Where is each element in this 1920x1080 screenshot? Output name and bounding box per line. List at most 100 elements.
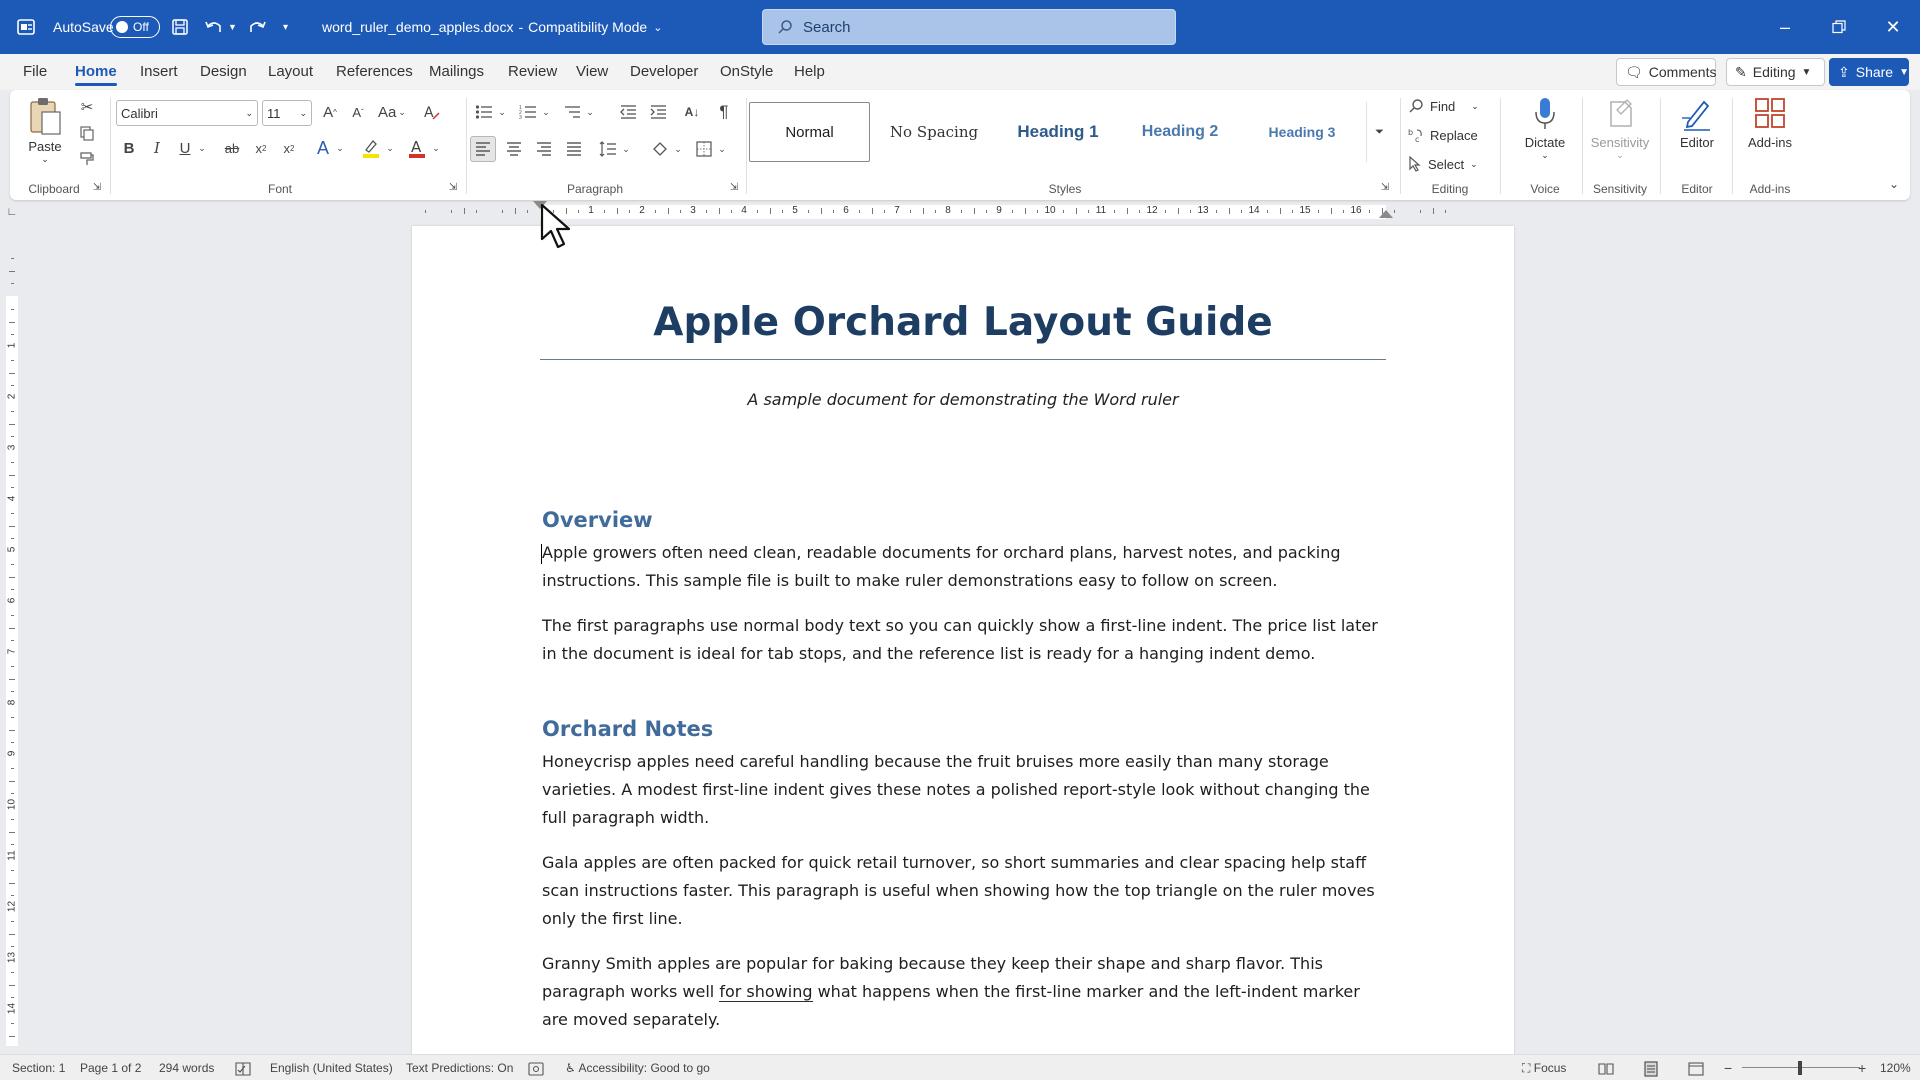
web-layout-icon[interactable] xyxy=(1688,1055,1704,1080)
paragraph[interactable]: Gala apples are often packed for quick r… xyxy=(542,849,1390,933)
style-heading-3[interactable]: Heading 3 xyxy=(1242,102,1362,162)
document-title[interactable]: word_ruler_demo_apples.docx - Compatibil… xyxy=(322,0,662,54)
style-heading-2[interactable]: Heading 2 xyxy=(1120,102,1240,162)
redo-icon[interactable] xyxy=(247,0,267,54)
style-no-spacing[interactable]: No Spacing xyxy=(874,102,994,162)
dialog-launcher-icon[interactable]: ⇲ xyxy=(90,180,104,194)
tab-mailings[interactable]: Mailings xyxy=(429,54,484,90)
share-button[interactable]: ⇪ Share ▼ xyxy=(1829,58,1909,86)
paragraph[interactable]: The first paragraphs use normal body tex… xyxy=(542,612,1390,668)
subscript-icon[interactable]: x2 xyxy=(250,136,272,160)
right-indent-marker[interactable] xyxy=(1379,210,1393,218)
document-title-heading[interactable]: Apple Orchard Layout Guide xyxy=(412,300,1514,345)
text-effects-icon[interactable]: A xyxy=(312,136,334,160)
document-subtitle[interactable]: A sample document for demonstrating the … xyxy=(412,390,1514,409)
paragraph[interactable]: Granny Smith apples are popular for baki… xyxy=(542,950,1390,1034)
dictate-button[interactable]: Dictate ⌄ xyxy=(1510,96,1580,161)
status-section[interactable]: Section: 1 xyxy=(12,1055,65,1080)
document-page[interactable]: Apple Orchard Layout Guide A sample docu… xyxy=(412,226,1514,1054)
undo-dropdown-icon[interactable]: ▼ xyxy=(228,0,237,54)
zoom-slider[interactable] xyxy=(1742,1055,1860,1080)
editing-mode-button[interactable]: ✎ Editing ▼ xyxy=(1726,58,1825,86)
bullets-icon[interactable] xyxy=(472,100,496,124)
highlight-icon[interactable] xyxy=(360,136,382,160)
tab-file[interactable]: File xyxy=(23,54,47,90)
align-left-icon[interactable] xyxy=(470,136,496,162)
dialog-launcher-icon[interactable]: ⇲ xyxy=(727,180,741,194)
styles-gallery-more-icon[interactable]: ⏷ xyxy=(1366,102,1392,162)
vertical-ruler[interactable]: 1 2 3 4 5 6 7 8 9 10 11 12 13 14 xyxy=(4,226,20,1046)
tab-design[interactable]: Design xyxy=(200,54,247,90)
bold-icon[interactable]: B xyxy=(118,136,140,160)
cut-icon[interactable]: ✂ xyxy=(76,96,98,118)
autosave-toggle[interactable]: Off xyxy=(110,0,160,54)
chevron-down-icon[interactable]: ⌄ xyxy=(496,100,508,124)
tab-help[interactable]: Help xyxy=(794,54,825,90)
align-right-icon[interactable] xyxy=(532,136,556,162)
strikethrough-icon[interactable]: ab xyxy=(220,136,244,160)
print-layout-icon[interactable] xyxy=(1644,1055,1658,1080)
justify-icon[interactable] xyxy=(562,136,586,162)
chevron-down-icon[interactable]: ⌄ xyxy=(334,136,346,160)
zoom-thumb[interactable] xyxy=(1798,1061,1802,1075)
status-language[interactable]: English (United States) xyxy=(270,1055,393,1080)
tab-home[interactable]: Home xyxy=(75,54,117,90)
tab-references[interactable]: References xyxy=(336,54,413,90)
search-box[interactable]: Search xyxy=(762,9,1176,45)
horizontal-ruler[interactable]: 1 2 3 4 5 6 7 8 9 10 11 12 13 14 15 16 xyxy=(412,201,1514,220)
comments-button[interactable]: 🗨 Comments xyxy=(1616,58,1716,86)
clear-formatting-icon[interactable]: A xyxy=(420,100,444,124)
status-text-predictions[interactable]: Text Predictions: On xyxy=(406,1055,513,1080)
zoom-in-icon[interactable]: + xyxy=(1858,1055,1866,1080)
paragraph[interactable]: Apple growers often need clean, readable… xyxy=(542,539,1390,595)
read-mode-icon[interactable] xyxy=(1598,1055,1614,1080)
restore-icon[interactable] xyxy=(1812,0,1866,54)
line-spacing-icon[interactable] xyxy=(596,136,620,162)
multilevel-list-icon[interactable] xyxy=(560,100,584,124)
font-size-combo[interactable]: 11 ⌄ xyxy=(262,100,312,126)
chevron-down-icon[interactable]: ⌄ xyxy=(672,136,684,162)
style-normal[interactable]: Normal xyxy=(749,102,870,162)
select-button[interactable]: Select ⌄ xyxy=(1408,152,1496,176)
chevron-down-icon[interactable]: ⌄ xyxy=(540,100,552,124)
change-case-button[interactable]: Aa ⌄ xyxy=(374,100,410,124)
underline-icon[interactable]: U xyxy=(174,136,196,160)
tab-developer[interactable]: Developer xyxy=(630,54,698,90)
borders-icon[interactable] xyxy=(692,136,716,162)
tab-layout[interactable]: Layout xyxy=(268,54,313,90)
paste-button[interactable]: Paste ⌄ xyxy=(20,96,70,165)
find-button[interactable]: Find ⌄ xyxy=(1408,94,1496,118)
chevron-down-icon[interactable]: ⌄ xyxy=(620,136,632,162)
shrink-font-icon[interactable]: Aˇ xyxy=(346,100,370,124)
increase-indent-icon[interactable] xyxy=(646,100,670,124)
numbering-icon[interactable]: 123 xyxy=(516,100,540,124)
dialog-launcher-icon[interactable]: ⇲ xyxy=(446,180,460,194)
add-ins-button[interactable]: Add-ins xyxy=(1735,96,1805,150)
superscript-icon[interactable]: x2 xyxy=(278,136,300,160)
close-icon[interactable]: ✕ xyxy=(1866,0,1920,54)
shading-icon[interactable] xyxy=(648,136,672,162)
format-painter-icon[interactable] xyxy=(76,148,98,170)
minimize-icon[interactable]: – xyxy=(1758,0,1812,54)
heading-overview[interactable]: Overview xyxy=(542,508,653,532)
align-center-icon[interactable] xyxy=(502,136,526,162)
tab-insert[interactable]: Insert xyxy=(140,54,178,90)
collapse-ribbon-icon[interactable]: ⌄ xyxy=(1886,176,1902,192)
focus-mode-button[interactable]: ⛶ Focus xyxy=(1522,1055,1566,1080)
font-color-icon[interactable]: A xyxy=(406,136,428,160)
undo-icon[interactable] xyxy=(204,0,224,54)
copy-icon[interactable] xyxy=(76,122,98,144)
replace-button[interactable]: bc Replace xyxy=(1408,123,1496,147)
chevron-down-icon[interactable]: ⌄ xyxy=(384,136,396,160)
zoom-level[interactable]: 120% xyxy=(1880,1055,1911,1080)
show-formatting-marks-icon[interactable]: ¶ xyxy=(712,100,736,124)
decrease-indent-icon[interactable] xyxy=(616,100,640,124)
save-icon[interactable] xyxy=(171,0,189,54)
style-heading-1[interactable]: Heading 1 xyxy=(998,102,1118,162)
chevron-down-icon[interactable]: ⌄ xyxy=(196,136,208,160)
sort-icon[interactable]: A↓ xyxy=(680,100,704,124)
zoom-out-icon[interactable]: − xyxy=(1724,1055,1732,1080)
chevron-down-icon[interactable]: ⌄ xyxy=(716,136,728,162)
macro-icon[interactable] xyxy=(528,1055,544,1080)
paragraph[interactable]: Honeycrisp apples need careful handling … xyxy=(542,748,1390,832)
